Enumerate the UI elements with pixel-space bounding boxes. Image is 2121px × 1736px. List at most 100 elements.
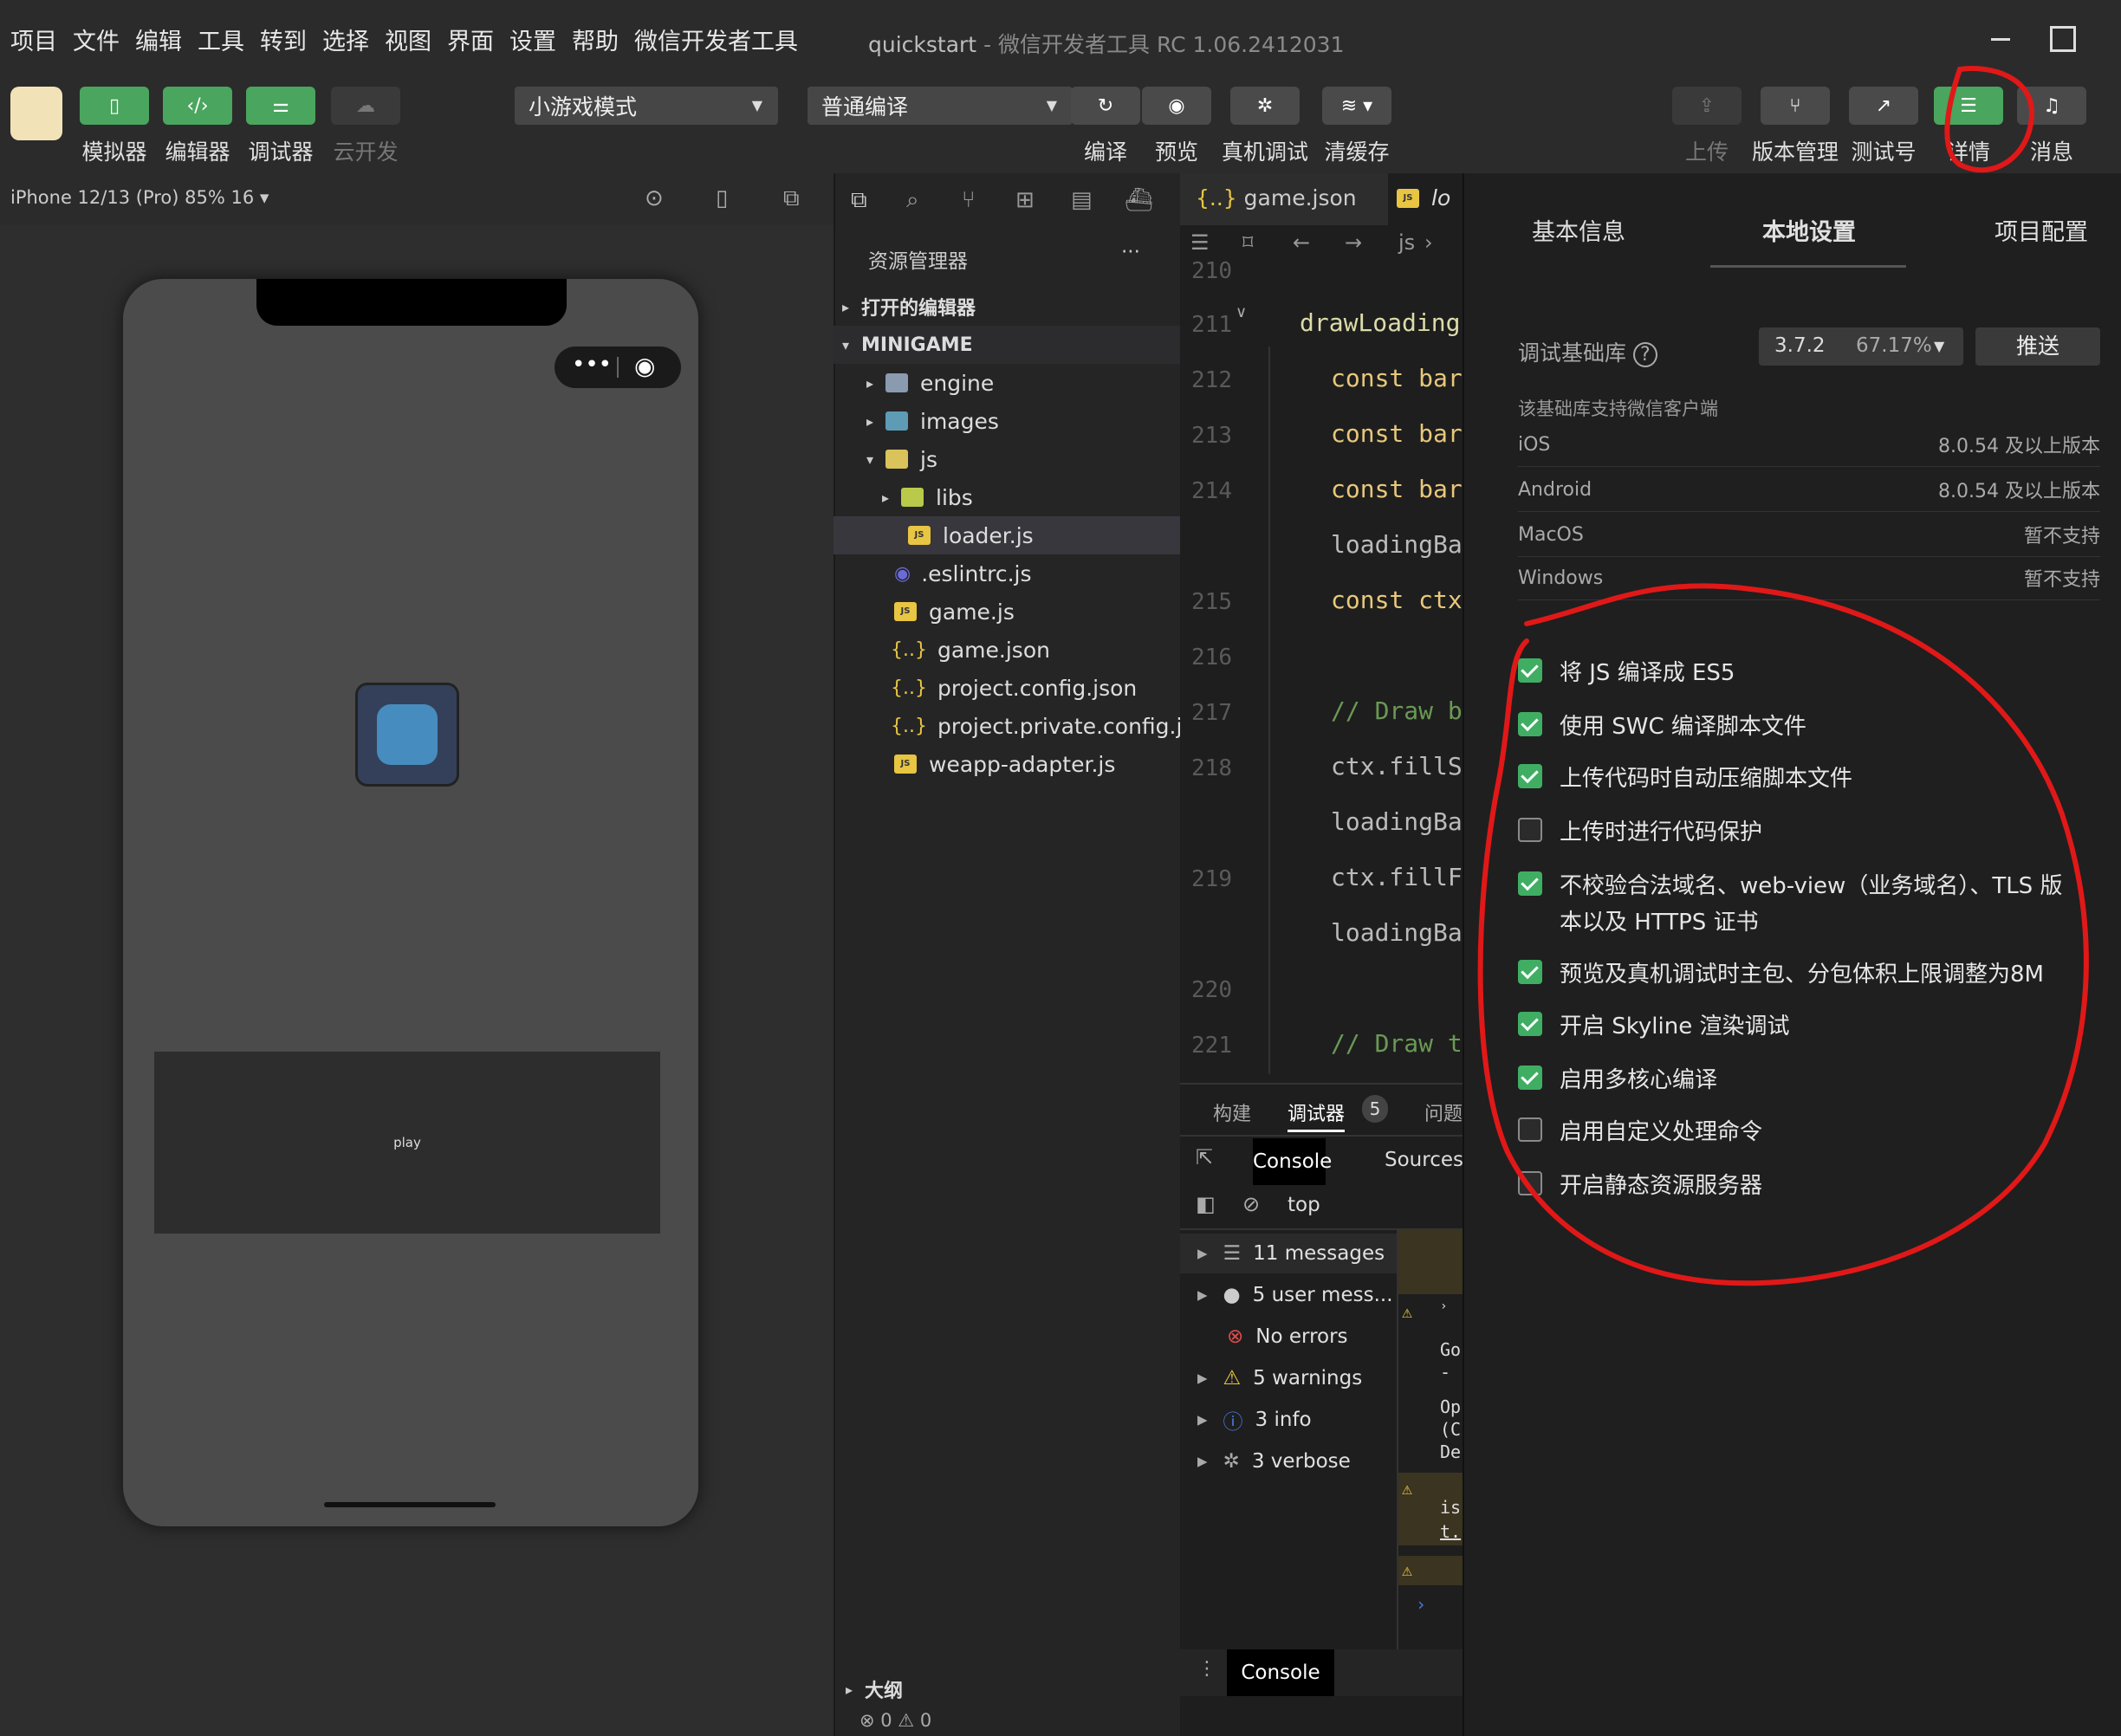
tree-file-loader[interactable]: JS loader.js xyxy=(833,516,1180,554)
tab-basic-info[interactable]: 基本信息 xyxy=(1532,213,1625,247)
preview-button[interactable]: ◉ xyxy=(1142,87,1211,125)
tab-loader-js[interactable]: JS lo xyxy=(1388,173,1463,225)
menu-tools[interactable]: 工具 xyxy=(198,23,244,56)
more-dots-icon[interactable]: ••• xyxy=(572,352,612,378)
menu-project[interactable]: 项目 xyxy=(10,23,57,56)
lib-version-select[interactable]: 3.7.2 67.17% ▼ xyxy=(1759,327,1963,366)
explorer-more-icon[interactable]: ··· xyxy=(1121,241,1140,263)
upload-button[interactable]: ⇪ xyxy=(1672,87,1742,125)
menu-interface[interactable]: 界面 xyxy=(447,23,494,56)
breadcrumb[interactable]: js xyxy=(1398,230,1415,255)
tree-file-game-json[interactable]: {..} game.json xyxy=(833,631,1180,669)
status-problems[interactable]: ⊗ 0 ⚠ 0 xyxy=(859,1710,931,1731)
menu-view[interactable]: 视图 xyxy=(385,23,431,56)
sidebar-toggle-icon[interactable]: ◧ xyxy=(1196,1192,1216,1216)
files-icon[interactable]: ⧉ xyxy=(851,187,867,214)
checkbox-no-domain-check[interactable] xyxy=(1518,871,1542,896)
open-editors-section[interactable]: ▸ 打开的编辑器 xyxy=(833,288,1180,326)
docker-icon[interactable]: ⛴ xyxy=(1125,187,1153,213)
checkbox-es5[interactable] xyxy=(1518,658,1542,683)
tab-console[interactable]: Console xyxy=(1253,1138,1332,1185)
version-button[interactable]: ⑂ xyxy=(1761,87,1830,125)
checkbox-skyline[interactable] xyxy=(1518,1012,1542,1036)
tree-file-weapp-adapter[interactable]: JS weapp-adapter.js xyxy=(833,745,1180,783)
tab-game-json[interactable]: {..} game.json xyxy=(1196,185,1357,211)
debugger-button[interactable]: ⚌ xyxy=(246,87,315,125)
tab-debugger[interactable]: 调试器 xyxy=(1288,1098,1346,1132)
checkbox-static-server[interactable] xyxy=(1518,1171,1542,1195)
checkbox-8m-limit[interactable] xyxy=(1518,960,1542,984)
compile-button[interactable]: ↻ xyxy=(1071,87,1140,125)
prompt-chevron-icon[interactable]: › xyxy=(1416,1594,1426,1615)
more-vertical-icon[interactable]: ⋮ xyxy=(1197,1658,1216,1680)
checkbox-swc[interactable] xyxy=(1518,712,1542,736)
checkbox-custom-command[interactable] xyxy=(1518,1117,1542,1142)
tree-folder-js[interactable]: ▾ js xyxy=(833,440,1180,478)
window-icon[interactable]: ⧉ xyxy=(783,185,800,212)
console-filter-warnings[interactable]: ▸ ⚠ 5 warnings xyxy=(1180,1358,1397,1398)
menu-edit[interactable]: 编辑 xyxy=(135,23,182,56)
menu-select[interactable]: 选择 xyxy=(322,23,369,56)
menu-wechat-devtools[interactable]: 微信开发者工具 xyxy=(634,23,798,56)
real-debug-button[interactable]: ✲ xyxy=(1230,87,1300,125)
tab-build[interactable]: 构建 xyxy=(1213,1098,1251,1126)
forward-arrow-icon[interactable]: → xyxy=(1345,230,1362,255)
menu-goto[interactable]: 转到 xyxy=(260,23,307,56)
device-icon[interactable]: ▯ xyxy=(716,185,728,211)
tree-file-project-private-config[interactable]: {..} project.private.config.js... xyxy=(833,707,1214,745)
console-filter-verbose[interactable]: ▸ ✲ 3 verbose xyxy=(1180,1441,1397,1481)
context-select[interactable]: top xyxy=(1288,1194,1320,1216)
console-filter-info[interactable]: ▸ ⓘ 3 info xyxy=(1180,1400,1397,1440)
storage-icon[interactable]: ▤ xyxy=(1071,187,1093,213)
push-button[interactable]: 推送 xyxy=(1975,327,2100,366)
tree-file-game-js[interactable]: JS game.js xyxy=(833,593,1180,631)
git-icon[interactable]: ⑂ xyxy=(962,187,976,213)
simulator-button[interactable]: ▯ xyxy=(80,87,149,125)
tree-file-eslintrc[interactable]: ◉ .eslintrc.js xyxy=(833,554,1180,593)
compile-select[interactable]: 普通编译 ▼ xyxy=(808,87,1073,125)
root-folder[interactable]: ▾ MINIGAME xyxy=(833,326,1180,364)
messages-button[interactable]: ♫ xyxy=(2017,87,2086,125)
maximize-icon[interactable] xyxy=(2050,26,2076,52)
inspect-icon[interactable]: ⇱ xyxy=(1196,1145,1213,1169)
device-select[interactable]: iPhone 12/13 (Pro) 85% 16 ▾ xyxy=(10,187,269,208)
drawer-tab-console[interactable]: Console xyxy=(1227,1649,1334,1696)
fold-chevron-icon[interactable]: ∨ xyxy=(1236,303,1247,321)
outline-section[interactable]: ▸ 大纲 xyxy=(833,1670,1180,1708)
close-circle-icon[interactable]: ◉ xyxy=(634,352,655,380)
console-filter-messages[interactable]: ▸ ☰ 11 messages xyxy=(1180,1234,1397,1273)
tree-folder-libs[interactable]: ▸ libs xyxy=(833,478,1180,516)
console-filter-errors[interactable]: ⊗ No errors xyxy=(1180,1317,1397,1357)
tree-file-project-config[interactable]: {..} project.config.json xyxy=(833,669,1180,707)
bookmark-icon[interactable]: ⌑ xyxy=(1242,230,1253,255)
help-icon[interactable]: ? xyxy=(1632,342,1657,367)
console-filter-user[interactable]: ▸ ● 5 user mess... xyxy=(1180,1275,1397,1315)
cloud-button[interactable]: ☁ xyxy=(331,87,400,125)
list-icon[interactable]: ☰ xyxy=(1190,230,1210,255)
editor-button[interactable]: ‹/› xyxy=(163,87,232,125)
clear-console-icon[interactable]: ⊘ xyxy=(1242,1192,1260,1216)
record-icon[interactable]: ⊙ xyxy=(645,185,664,211)
tree-folder-engine[interactable]: ▸ engine xyxy=(833,364,1180,402)
avatar[interactable] xyxy=(10,87,62,140)
minimize-icon[interactable] xyxy=(1991,38,2010,41)
tab-issues[interactable]: 问题 xyxy=(1424,1098,1463,1126)
checkbox-minify[interactable] xyxy=(1518,764,1542,788)
play-button[interactable]: play xyxy=(154,1052,660,1234)
clear-cache-button[interactable]: ≋ ▾ xyxy=(1322,87,1391,125)
tab-project-config[interactable]: 项目配置 xyxy=(1995,213,2088,247)
checkbox-multicore[interactable] xyxy=(1518,1066,1542,1090)
mode-select[interactable]: 小游戏模式 ▼ xyxy=(515,87,778,125)
back-arrow-icon[interactable]: ← xyxy=(1293,230,1310,255)
test-account-button[interactable]: ↗ xyxy=(1849,87,1918,125)
menu-help[interactable]: 帮助 xyxy=(572,23,619,56)
capsule-menu[interactable]: ••• ◉ xyxy=(555,347,681,388)
menu-settings[interactable]: 设置 xyxy=(509,23,556,56)
search-icon[interactable]: ⌕ xyxy=(906,187,919,214)
tree-folder-images[interactable]: ▸ images xyxy=(833,402,1180,440)
details-button[interactable]: ☰ xyxy=(1934,87,2003,125)
checkbox-protect[interactable] xyxy=(1518,818,1542,842)
tab-local-settings[interactable]: 本地设置 xyxy=(1762,213,1856,247)
menu-file[interactable]: 文件 xyxy=(73,23,120,56)
tab-sources[interactable]: Sources xyxy=(1385,1149,1463,1171)
